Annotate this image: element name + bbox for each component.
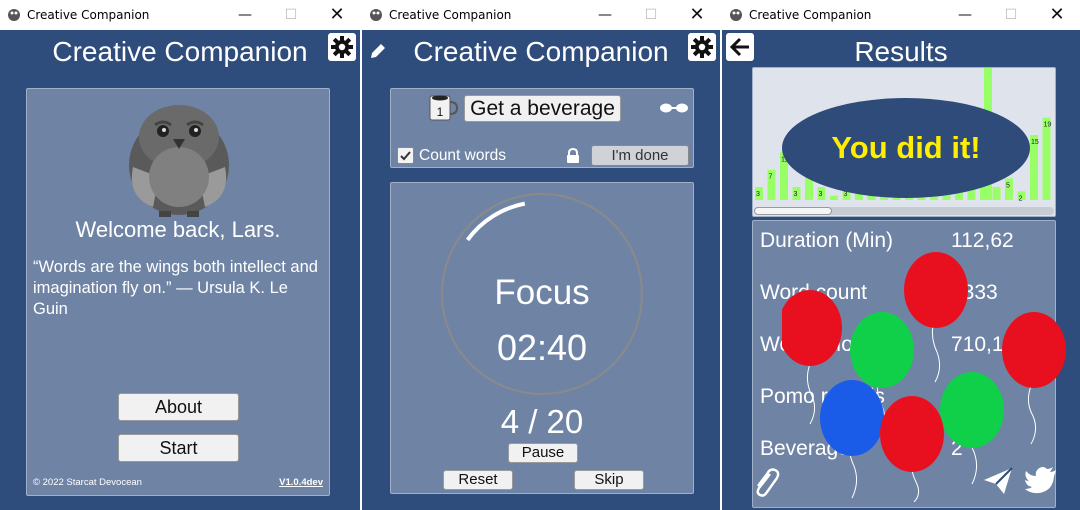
window-title: Creative Companion (27, 8, 150, 22)
paperclip-icon[interactable] (750, 466, 780, 498)
paper-plane-icon[interactable] (982, 466, 1014, 496)
maximize-button[interactable]: ☐ (268, 0, 314, 30)
results-window: Creative Companion — ☐ ✕ Results 3711383… (720, 0, 1080, 510)
count-words-label: Count words (419, 147, 507, 164)
results-title: Results (854, 36, 948, 67)
app-title: Creative Companion (413, 36, 669, 67)
chart-bar-label: 3 (794, 191, 798, 198)
title-bar: Creative Companion — ☐ ✕ (362, 0, 720, 30)
app-title: Creative Companion (52, 36, 308, 67)
chart-bar (1042, 117, 1051, 200)
start-button[interactable]: Start (118, 434, 239, 462)
close-button[interactable]: ✕ (674, 0, 720, 30)
settings-button[interactable] (688, 33, 716, 61)
owl-mascot (129, 105, 229, 217)
chart-bar (830, 195, 838, 200)
maximize-button[interactable]: ☐ (628, 0, 674, 30)
timer-countdown: 02:40 (496, 327, 588, 368)
timer-phase: Focus (494, 273, 590, 312)
settings-gear-icon (331, 36, 353, 58)
glasses-icon[interactable] (659, 102, 689, 114)
chart-scrollbar[interactable] (754, 207, 1054, 215)
success-banner: You did it! (782, 98, 1030, 198)
title-bar: Creative Companion — ☐ ✕ (0, 0, 360, 30)
mug-icon[interactable]: 1 (427, 92, 459, 124)
chart-bar-label: 15 (1031, 139, 1039, 146)
chart-bar-label: 3 (756, 191, 760, 198)
chart-bar-label: 19 (1044, 122, 1052, 129)
session-window: Creative Companion — ☐ ✕ Creative Compan… (360, 0, 720, 510)
chart-bar-label: 5 (1006, 182, 1010, 189)
welcome-message: Welcome back, Lars. (75, 217, 281, 242)
timer-panel: Focus 02:40 4 / 20 Pause Reset Skip (390, 182, 694, 494)
pause-button[interactable]: Pause (508, 443, 578, 463)
success-banner-text: You did it! (831, 130, 981, 165)
quote-text: “Words are the wings both intellect and … (33, 258, 318, 318)
copyright-text: © 2022 Starcat Devocean (33, 477, 142, 488)
chart-scroll-thumb[interactable] (754, 207, 832, 215)
welcome-panel: Welcome back, Lars. “Words are the wings… (26, 88, 330, 496)
app-owl-icon (8, 9, 20, 21)
window-title: Creative Companion (749, 8, 872, 22)
maximize-button[interactable]: ☐ (988, 0, 1034, 30)
settings-gear-icon (691, 36, 713, 58)
welcome-window: Creative Companion — ☐ ✕ Creative Compan… (0, 0, 360, 510)
app-owl-icon (370, 9, 382, 21)
beverage-count: 1 (437, 105, 444, 119)
celebration-balloons (782, 252, 1066, 502)
checkmark-icon (400, 151, 411, 161)
session-controls-panel: 1 Get a beverage Count words I'm done (390, 88, 694, 168)
round-counter: 4 / 20 (500, 403, 584, 440)
minimize-button[interactable]: — (942, 0, 988, 30)
chart-bar (992, 187, 1001, 200)
chart-bar-label: 7 (769, 174, 773, 181)
settings-button[interactable] (328, 33, 356, 61)
about-button[interactable]: About (118, 393, 239, 421)
get-beverage-button[interactable]: Get a beverage (464, 95, 621, 122)
close-button[interactable]: ✕ (1034, 0, 1080, 30)
close-button[interactable]: ✕ (314, 0, 360, 30)
im-done-button[interactable]: I'm done (591, 145, 689, 166)
count-words-checkbox[interactable] (397, 147, 414, 164)
minimize-button[interactable]: — (582, 0, 628, 30)
twitter-bird-icon[interactable] (1024, 466, 1058, 496)
skip-button[interactable]: Skip (574, 470, 644, 490)
reset-button[interactable]: Reset (443, 470, 513, 490)
version-link[interactable]: V1.0.4dev (279, 477, 323, 488)
window-title: Creative Companion (389, 8, 512, 22)
app-owl-icon (730, 9, 742, 21)
chart-bar-label: 3 (819, 191, 823, 198)
chart-bar-label: 2 (1019, 195, 1023, 202)
lock-icon (567, 148, 579, 163)
minimize-button[interactable]: — (222, 0, 268, 30)
title-bar: Creative Companion — ☐ ✕ (722, 0, 1080, 30)
